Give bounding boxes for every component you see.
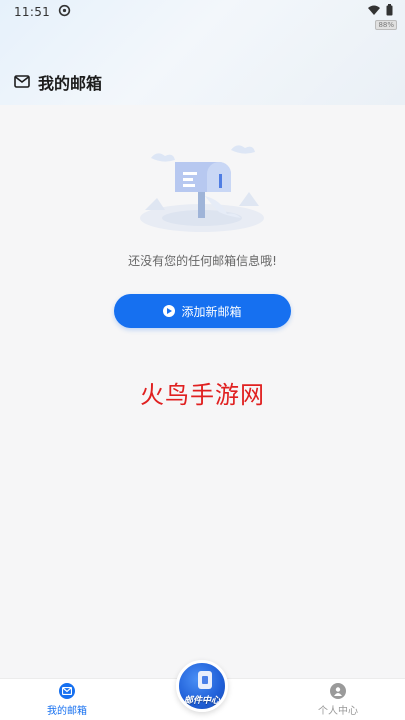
tab-my-mailbox-label: 我的邮箱 [47, 706, 87, 717]
tab-my-mailbox[interactable]: 我的邮箱 [17, 679, 117, 720]
wifi-icon [368, 5, 380, 15]
watermark-text: 火鸟手游网 [140, 381, 265, 409]
status-bar: 11:51 88% [0, 0, 405, 30]
empty-state-message: 还没有您的任何邮箱信息哦! [128, 254, 277, 268]
battery-icon [386, 4, 393, 16]
add-mailbox-label: 添加新邮箱 [181, 304, 242, 319]
status-icons [368, 4, 393, 16]
gear-icon [58, 4, 71, 21]
page-header: 我的邮箱 [14, 70, 102, 94]
tab-mail-center-label: 邮件中心 [183, 696, 220, 706]
battery-tag: 88% [375, 20, 397, 30]
play-icon [163, 305, 176, 317]
tab-personal-center[interactable]: 个人中心 [288, 679, 388, 720]
page-title: 我的邮箱 [38, 74, 103, 93]
person-icon [330, 683, 346, 699]
mail-center-icon [198, 671, 212, 689]
mail-icon [59, 683, 75, 699]
add-mailbox-button[interactable]: 添加新邮箱 [114, 294, 291, 328]
tab-personal-center-label: 个人中心 [318, 706, 358, 717]
tab-mail-center[interactable]: 邮件中心 [176, 660, 228, 712]
empty-mailbox-illustration [135, 140, 270, 240]
envelope-icon [14, 73, 30, 92]
status-time: 11:51 [14, 5, 51, 19]
